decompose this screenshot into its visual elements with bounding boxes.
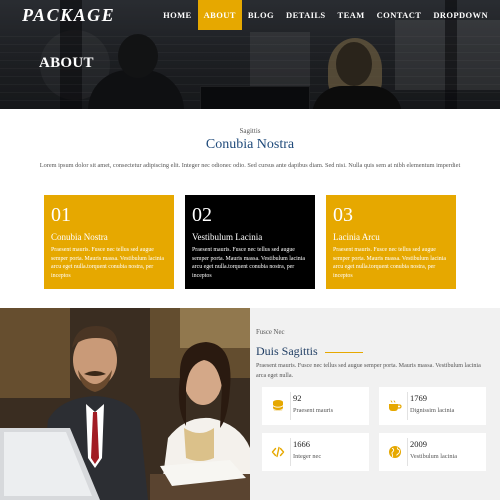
card-text: Praesent mauris. Fusce nec tellus sed au… [51, 247, 164, 279]
stat-value: 2009 [410, 439, 427, 449]
nav-item-details[interactable]: DETAILS [280, 0, 332, 30]
card-text: Praesent mauris. Fusce nec tellus sed au… [192, 247, 305, 279]
page-title: ABOUT [39, 55, 94, 71]
nav-item-about[interactable]: ABOUT [197, 0, 242, 30]
stat-label: Vestibulum lacinia [410, 453, 458, 460]
card-text: Praesent mauris. Fusce nec tellus sed au… [333, 247, 446, 279]
globe-icon [387, 444, 403, 460]
card-number: 01 [51, 204, 71, 226]
nav-item-team[interactable]: TEAM [332, 0, 371, 30]
feature-title: Duis Sagittis [256, 344, 318, 358]
section-title: Conubia Nostra [205, 137, 295, 152]
card-number: 03 [333, 204, 353, 226]
stat-value: 92 [293, 393, 302, 403]
nav-item-home[interactable]: HOME [157, 0, 198, 30]
feature-text: Praesent mauris. Fusce nec tellus sed au… [256, 363, 481, 379]
main-menu: HOME ABOUT BLOG DETAILS TEAM CONTACT DRO… [157, 0, 500, 30]
stat-card: 2009 Vestibulum lacinia [379, 433, 486, 471]
database-icon [270, 398, 286, 414]
card-title[interactable]: Conubia Nostra [51, 232, 167, 243]
title-underline [325, 352, 363, 353]
stat-card: 92 Praesent mauris [262, 387, 369, 425]
feature-card-3: 03 Lacinia Arcu Praesent mauris. Fusce n… [326, 195, 456, 289]
stat-label: Integer nec [293, 453, 322, 460]
stat-label: Dignissim lacinia [410, 407, 455, 414]
section-intro-text: Lorem ipsum dolor sit amet, consectetur … [39, 162, 461, 169]
stat-value: 1666 [293, 439, 310, 449]
stat-card: 1666 Integer nec [262, 433, 369, 471]
stat-value: 1769 [410, 393, 427, 403]
card-title[interactable]: Vestibulum Lacinia [192, 232, 308, 243]
nav-item-dropdown[interactable]: DROPDOWN [427, 0, 500, 30]
team-photo [0, 308, 250, 500]
feature-card-1: 01 Conubia Nostra Praesent mauris. Fusce… [44, 195, 174, 289]
brand-logo[interactable]: PACKAGE [22, 5, 115, 26]
stat-card: 1769 Dignissim lacinia [379, 387, 486, 425]
feature-eyebrow: Fusce Nec [256, 329, 285, 336]
nav-item-blog[interactable]: BLOG [242, 0, 280, 30]
feature-card-2: 02 Vestibulum Lacinia Praesent mauris. F… [185, 195, 315, 289]
stat-label: Praesent mauris [293, 407, 334, 414]
coffee-icon [387, 398, 403, 414]
team-photo-illustration [0, 308, 250, 500]
card-number: 02 [192, 204, 212, 226]
top-navbar: PACKAGE HOME ABOUT BLOG DETAILS TEAM CON… [0, 0, 500, 30]
code-icon [270, 444, 286, 460]
card-title[interactable]: Lacinia Arcu [333, 232, 449, 243]
section-eyebrow: Sagittis [239, 127, 261, 135]
nav-item-contact[interactable]: CONTACT [371, 0, 428, 30]
